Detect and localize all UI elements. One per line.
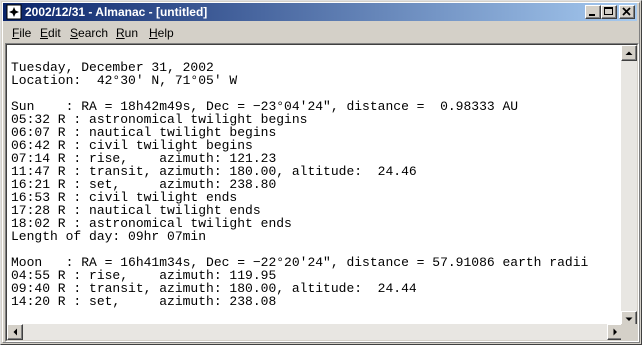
menu-search-mnemonic: S — [70, 26, 79, 40]
menu-run[interactable]: Run — [116, 26, 138, 40]
almanac-window: 2002/12/31 - Almanac - [untitled] File E… — [0, 0, 642, 345]
close-button[interactable] — [619, 5, 635, 19]
file-menu-rest: ile — [19, 26, 32, 40]
run-menu-rest: un — [124, 26, 139, 40]
scroll-left-button[interactable] — [7, 324, 23, 340]
document-pane: Tuesday, December 31, 2002 Location: 42°… — [5, 43, 639, 342]
menu-run-mnemonic: R — [116, 26, 125, 40]
menu-help-mnemonic: H — [149, 26, 158, 40]
maximize-icon — [604, 7, 613, 15]
menu-search[interactable]: Search — [70, 26, 108, 40]
menu-edit[interactable]: Edit — [40, 26, 61, 40]
menu-help[interactable]: Help — [149, 26, 174, 40]
arrow-right-icon — [613, 328, 617, 336]
arrow-left-icon — [13, 328, 17, 336]
search-menu-rest: earch — [78, 26, 109, 40]
maximize-button[interactable] — [601, 5, 617, 19]
title-bar[interactable]: 2002/12/31 - Almanac - [untitled] — [3, 3, 637, 21]
edit-menu-rest: dit — [48, 26, 61, 40]
help-menu-rest: elp — [157, 26, 174, 40]
scrollbar-corner — [621, 324, 637, 340]
menu-file[interactable]: File — [12, 26, 31, 40]
arrow-up-icon — [625, 51, 633, 55]
horizontal-scrollbar[interactable] — [7, 324, 623, 340]
almanac-output-text[interactable]: Tuesday, December 31, 2002 Location: 42°… — [9, 47, 625, 329]
window-title: 2002/12/31 - Almanac - [untitled] — [25, 5, 208, 19]
close-icon — [622, 7, 631, 16]
scroll-up-button[interactable] — [621, 45, 637, 61]
minimize-button[interactable] — [585, 5, 601, 19]
menu-edit-mnemonic: E — [40, 26, 49, 40]
almanac-app-icon[interactable] — [6, 4, 22, 20]
almanac-output-lines: Tuesday, December 31, 2002 Location: 42°… — [11, 60, 589, 309]
minimize-icon — [589, 14, 595, 16]
vertical-scrollbar[interactable] — [621, 45, 637, 327]
menu-bar: File Edit Search Run Help — [4, 23, 638, 42]
document-pane-inner: Tuesday, December 31, 2002 Location: 42°… — [6, 44, 638, 341]
